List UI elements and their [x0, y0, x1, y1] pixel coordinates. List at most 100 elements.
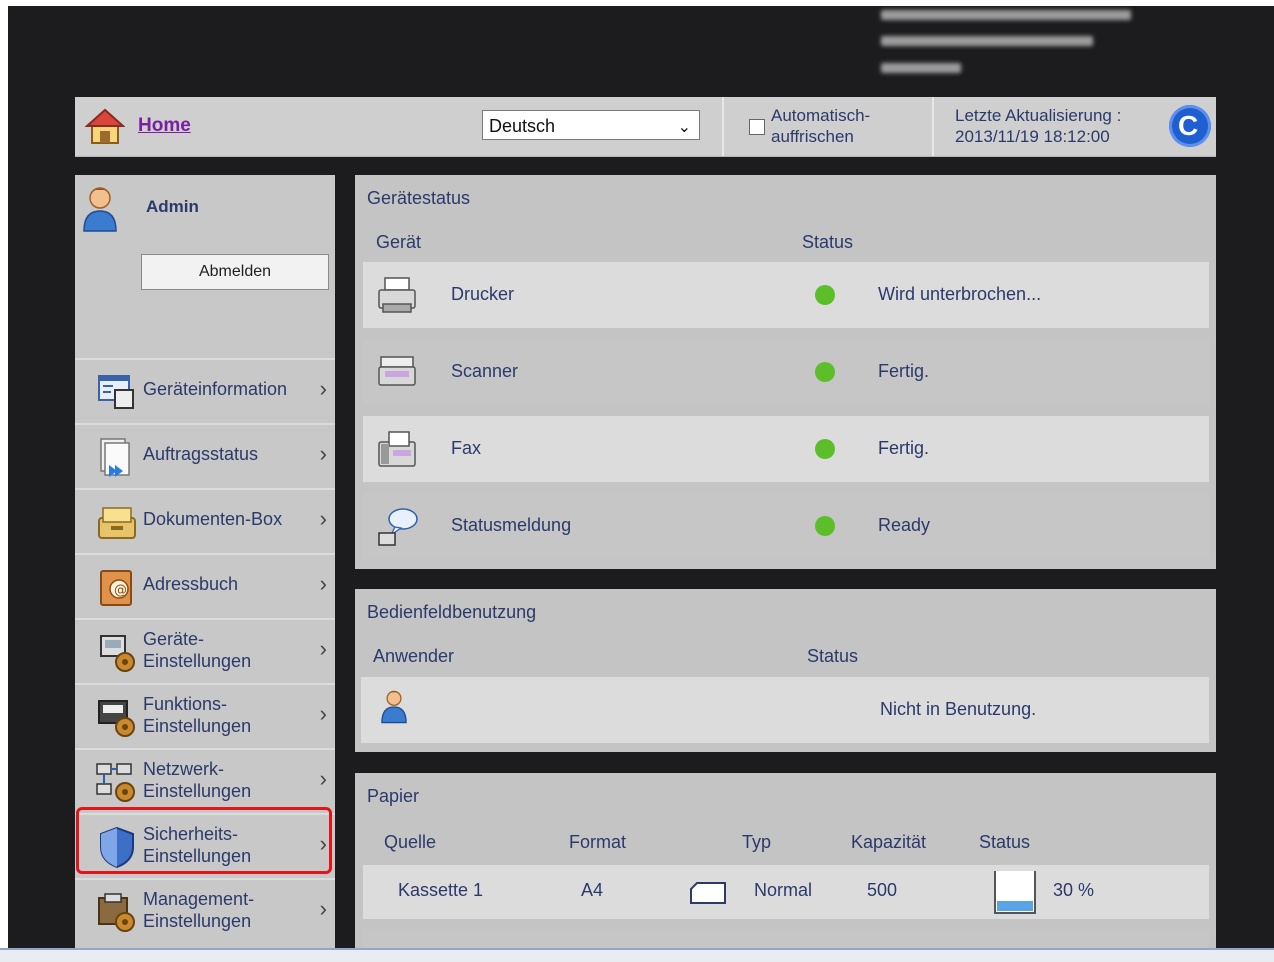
device-row-scanner[interactable]: Scanner Fertig.: [363, 339, 1209, 405]
home-icon[interactable]: [85, 107, 125, 147]
paper-panel: Papier Quelle Format Typ Kapazität Statu…: [355, 773, 1216, 948]
device-status-panel: Gerätestatus Gerät Status Drucker Wird u…: [355, 175, 1216, 569]
label-line1: Geräte-: [143, 629, 205, 649]
header-divider: [722, 97, 724, 156]
chevron-right-icon: ›: [319, 636, 327, 661]
sidebar-item-function-settings[interactable]: Funktions- Einstellungen ›: [75, 683, 335, 748]
user-name: Admin: [146, 197, 199, 216]
chevron-down-icon: ⌄: [677, 119, 691, 136]
sidebar-item-label: Adressbuch: [143, 574, 239, 594]
language-select[interactable]: Deutsch ⌄: [482, 110, 700, 140]
sidebar-item-network-settings[interactable]: Netzwerk- Einstellungen ›: [75, 748, 335, 813]
column-header-source: Quelle: [384, 832, 437, 852]
column-header-capacity: Kapazität: [851, 832, 927, 852]
chevron-right-icon: ›: [319, 896, 327, 921]
status-indicator: [815, 516, 835, 536]
logout-button[interactable]: Abmelden: [141, 254, 329, 290]
user-avatar-icon: [83, 187, 117, 232]
paper-row-partial: [363, 929, 1209, 948]
chevron-right-icon: ›: [319, 506, 327, 531]
status-indicator: [815, 362, 835, 382]
label-line2: Einstellungen: [143, 846, 252, 866]
device-status: Ready: [878, 515, 931, 535]
paper-type: Normal: [754, 880, 813, 900]
auto-refresh-checkbox[interactable]: [749, 119, 765, 135]
label-line1: Funktions-: [143, 694, 228, 714]
column-header-status: Status: [807, 646, 859, 666]
shield-icon: [100, 826, 134, 869]
column-header-status: Status: [979, 832, 1031, 852]
last-update-value: 2013/11/19 18:12:00: [955, 127, 1110, 146]
svg-text:@: @: [114, 583, 127, 598]
column-header-user: Anwender: [373, 646, 455, 666]
sidebar-item-label: Sicherheits- Einstellungen: [143, 823, 251, 867]
sidebar-item-label: Geräte- Einstellungen: [143, 628, 251, 672]
label-line1: Netzwerk-: [143, 759, 225, 779]
auto-refresh-label-line1: Automatisch-: [771, 106, 871, 125]
scanner-icon: [378, 356, 416, 386]
chevron-right-icon: ›: [319, 571, 327, 596]
auto-refresh-label: Automatisch- auffrischen: [771, 105, 921, 147]
chevron-right-icon: ›: [319, 376, 327, 401]
sidebar-item-document-box[interactable]: Dokumenten-Box ›: [75, 488, 335, 553]
sidebar-item-device-info[interactable]: Geräteinformation ›: [75, 358, 335, 423]
job-status-icon: [100, 438, 130, 477]
usage-row: Nicht in Benutzung.: [361, 677, 1209, 743]
device-name: Scanner: [451, 361, 519, 381]
last-update-label: Letzte Aktualisierung :: [955, 106, 1122, 125]
sidebar-item-address-book[interactable]: @ Adressbuch ›: [75, 553, 335, 618]
device-row-status-message[interactable]: Statusmeldung Ready: [363, 493, 1209, 559]
home-link[interactable]: Home: [138, 115, 191, 137]
chevron-right-icon: ›: [319, 701, 327, 726]
last-update: Letzte Aktualisierung : 2013/11/19 18:12…: [955, 105, 1121, 147]
header-bar: Home Deutsch ⌄ Automatisch- auffrischen …: [75, 97, 1216, 157]
sidebar-item-security-settings[interactable]: Sicherheits- Einstellungen ›: [75, 813, 335, 878]
user-icon: [381, 690, 407, 724]
blurred-info-line: [881, 10, 1131, 20]
sidebar-item-management-settings[interactable]: Management- Einstellungen ›: [75, 878, 335, 943]
function-settings-icon: [98, 700, 135, 737]
sidebar-item-label: Dokumenten-Box: [143, 509, 283, 529]
device-info-icon: [98, 375, 134, 409]
chevron-right-icon: ›: [319, 831, 327, 856]
paper-row: Kassette 1 A4 Normal 500 30 %: [363, 865, 1209, 919]
column-header-format: Format: [569, 832, 627, 852]
status-indicator: [815, 439, 835, 459]
sidebar-item-job-status[interactable]: Auftragsstatus ›: [75, 423, 335, 488]
label-line2: Einstellungen: [143, 781, 252, 801]
device-name: Drucker: [451, 284, 515, 304]
blurred-info-line: [881, 63, 961, 73]
device-name: Statusmeldung: [451, 515, 572, 535]
refresh-button[interactable]: C: [1169, 105, 1211, 147]
label-line1: Management-: [143, 889, 255, 909]
sidebar-item-label: Geräteinformation: [143, 379, 288, 399]
sidebar-item-label: Netzwerk- Einstellungen: [143, 758, 251, 802]
refresh-icon: C: [1178, 110, 1199, 141]
usage-status: Nicht in Benutzung.: [880, 699, 1037, 719]
browser-viewport: Home Deutsch ⌄ Automatisch- auffrischen …: [8, 6, 1274, 948]
chevron-right-icon: ›: [319, 441, 327, 466]
column-header-status: Status: [802, 232, 854, 252]
blurred-info-line: [881, 36, 1093, 46]
panel-title: Papier: [367, 786, 420, 806]
column-header-device: Gerät: [376, 232, 422, 252]
device-status: Wird unterbrochen...: [878, 284, 1042, 304]
auto-refresh-label-line2: auffrischen: [771, 127, 854, 146]
sidebar-item-label: Management- Einstellungen: [143, 888, 254, 932]
chevron-right-icon: ›: [319, 766, 327, 791]
network-settings-icon: [96, 763, 135, 802]
device-row-fax[interactable]: Fax Fertig.: [363, 416, 1209, 482]
status-message-icon: [378, 508, 418, 546]
sidebar-item-device-settings[interactable]: Geräte- Einstellungen ›: [75, 618, 335, 683]
paper-source: Kassette 1: [398, 880, 484, 900]
paper-capacity: 500: [867, 880, 898, 900]
column-header-type: Typ: [742, 832, 772, 852]
label-line2: Einstellungen: [143, 651, 252, 671]
label-line1: Sicherheits-: [143, 824, 239, 844]
device-status: Fertig.: [878, 438, 930, 458]
paper-format: A4: [581, 880, 604, 900]
label-line2: Einstellungen: [143, 716, 252, 736]
device-row-printer[interactable]: Drucker Wird unterbrochen...: [363, 262, 1209, 328]
status-indicator: [815, 285, 835, 305]
management-settings-icon: [98, 893, 135, 932]
